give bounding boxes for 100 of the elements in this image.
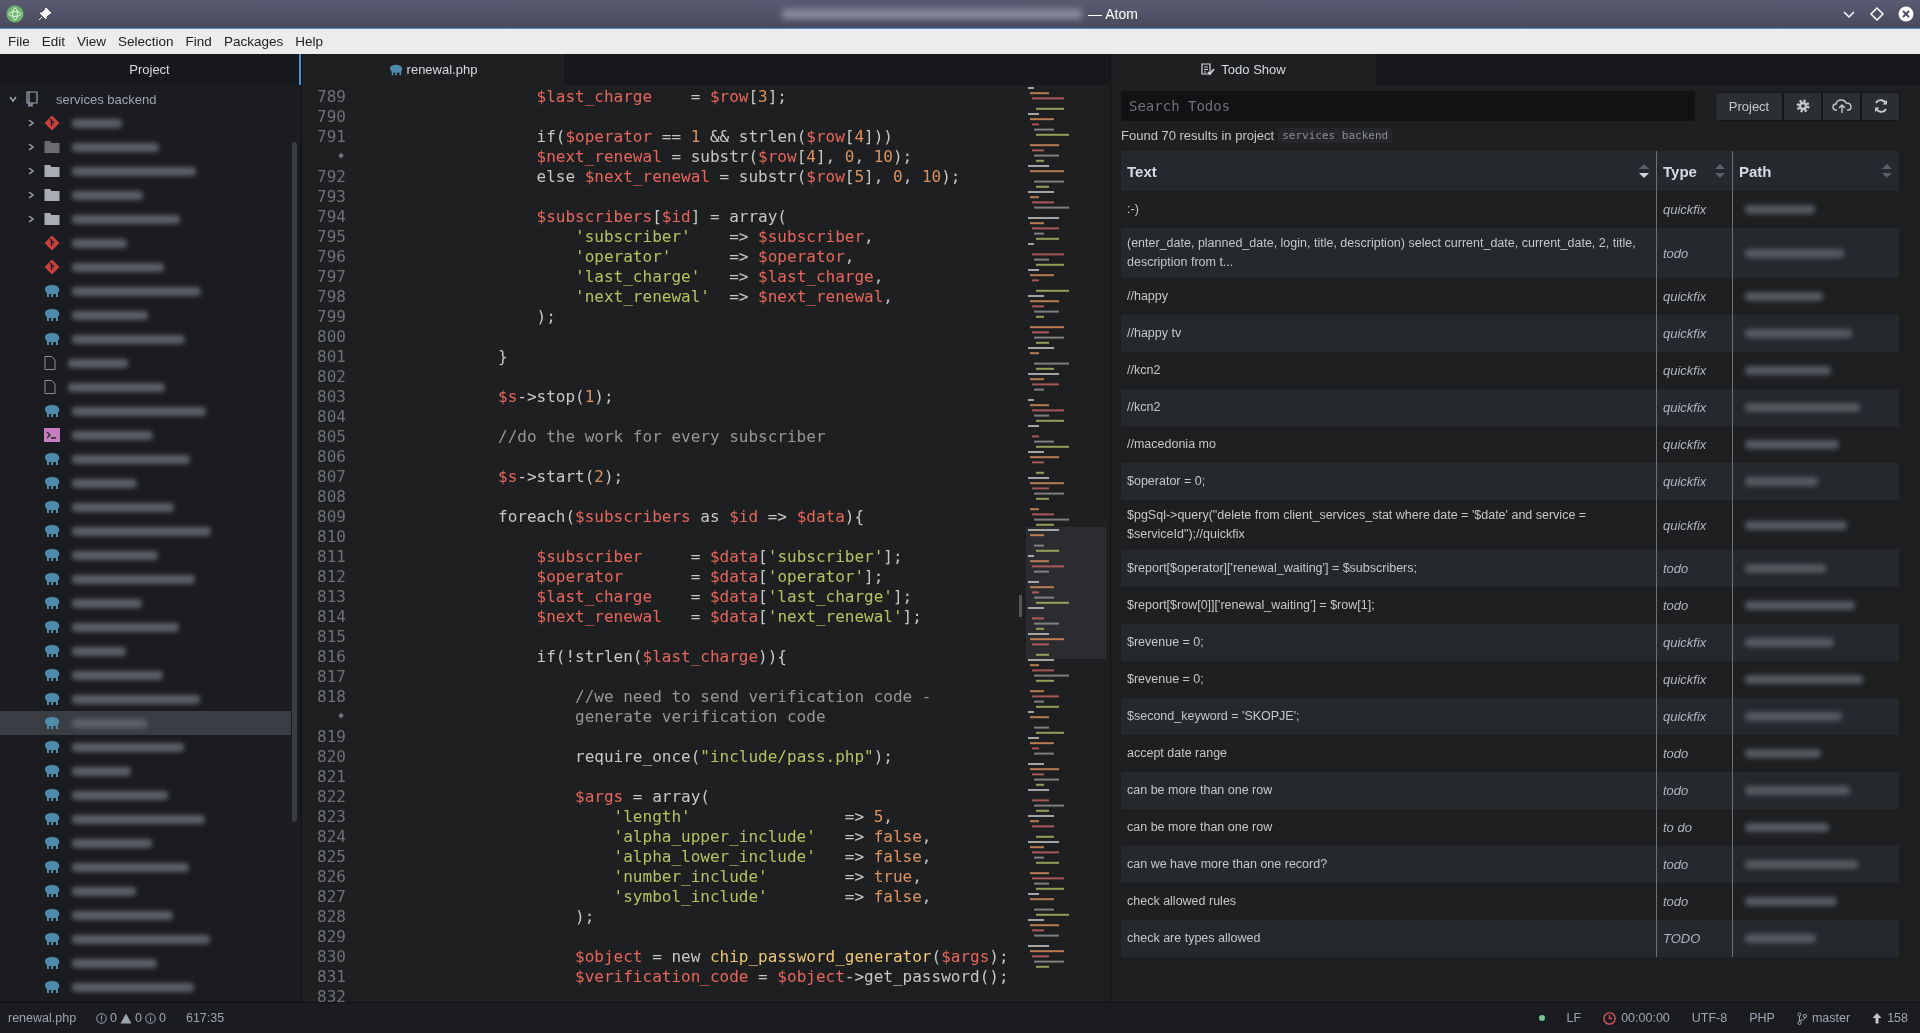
blurred-label [72, 598, 142, 608]
chevron-icon[interactable] [26, 118, 36, 128]
line-number: 812 [316, 566, 346, 586]
line-number: 794 [316, 206, 346, 226]
grammar[interactable]: PHP [1749, 1011, 1775, 1025]
line-number: • [335, 706, 346, 726]
refresh-icon [1872, 98, 1889, 114]
line-ending[interactable]: LF [1566, 1011, 1582, 1025]
warning-count[interactable]: 0 [135, 1011, 142, 1025]
code-line: $next_renewal = $data['next_renewal']; [535, 606, 922, 626]
maximize-icon[interactable] [1870, 7, 1884, 21]
git-branch[interactable]: master [1811, 1011, 1851, 1025]
code-line: require_once("include/pass.php"); [574, 746, 893, 766]
code-line: 'next_renewal' => $next_renewal, [574, 286, 893, 306]
code-line: $last_charge = $data['last_charge']; [535, 586, 913, 606]
menu-item[interactable]: Edit [35, 34, 72, 49]
line-number: 808 [316, 486, 346, 506]
todo-type: quickfix [1663, 288, 1707, 306]
scrollbar[interactable] [1019, 595, 1022, 617]
elephant-icon [44, 932, 60, 946]
encoding[interactable]: UTF-8 [1691, 1011, 1728, 1025]
code-line: 'alpha_upper_include' => false, [612, 826, 932, 846]
line-number: 826 [316, 866, 346, 886]
chevron-icon[interactable] [26, 142, 36, 152]
pin-icon[interactable] [38, 7, 52, 21]
tree-root-label[interactable]: services backend [56, 91, 157, 107]
column-title: Text [1127, 162, 1157, 180]
line-number: 811 [316, 546, 346, 566]
line-number: 824 [316, 826, 346, 846]
line-number: 825 [316, 846, 346, 866]
blurred-path [1745, 934, 1816, 943]
window-title: — Atom [1088, 6, 1138, 22]
error-count[interactable]: 0 [110, 1011, 118, 1025]
sort-icon[interactable] [1638, 163, 1650, 179]
blurred-label [72, 766, 131, 776]
elephant-icon [44, 668, 60, 682]
panel-tab[interactable]: Todo Show [1111, 54, 1376, 85]
blurred-label [72, 190, 143, 200]
warning-icon [120, 1012, 133, 1024]
todo-text: $pgSql->query("delete from client_services_stat where date = '$date' and service = $serviceId");//quickfix [1127, 507, 1588, 543]
todo-text: //happy [1127, 288, 1168, 305]
elephant-icon [44, 884, 60, 898]
scrollbar[interactable] [292, 142, 297, 822]
menu-item[interactable]: Packages [217, 34, 290, 49]
todo-text: can be more than one row [1127, 819, 1273, 836]
todo-type: quickfix [1663, 708, 1707, 726]
todo-type: quickfix [1663, 473, 1707, 491]
chevron-icon[interactable] [8, 94, 18, 104]
search-field[interactable]: Search Todos [1121, 91, 1695, 121]
info-count[interactable]: 0 [159, 1011, 166, 1025]
chevron-icon[interactable] [26, 166, 36, 176]
todo-type: to do [1663, 819, 1692, 837]
cursor-position[interactable]: 617:35 [185, 1011, 225, 1025]
menu-item[interactable]: View [71, 34, 113, 49]
elephant-icon [44, 452, 60, 466]
line-number: 805 [316, 426, 346, 446]
menu-item[interactable]: File [2, 34, 36, 49]
menu-item[interactable]: Find [179, 34, 218, 49]
menu-item[interactable]: Help [289, 34, 329, 49]
refresh-button[interactable] [1861, 91, 1900, 121]
editor-tab[interactable]: renewal.php [302, 54, 564, 85]
blurred-label [72, 238, 127, 248]
todo-type: todo [1663, 745, 1689, 763]
todo-text: $revenue = 0; [1127, 671, 1204, 688]
line-number: 830 [316, 946, 346, 966]
checklist-icon [1201, 63, 1216, 76]
elephant-icon [44, 644, 60, 658]
todo-type: todo [1663, 597, 1689, 615]
export-button[interactable] [1822, 91, 1861, 121]
todo-text: check are types allowed [1127, 930, 1261, 947]
todo-type: quickfix [1663, 362, 1707, 380]
elephant-icon [44, 692, 60, 706]
close-icon[interactable] [1898, 6, 1914, 22]
todo-type: todo [1663, 244, 1689, 263]
menu-item[interactable]: Selection [112, 34, 180, 49]
status-dot-icon [1538, 1015, 1545, 1021]
todo-type: quickfix [1663, 325, 1707, 343]
commits-ahead[interactable]: 158 [1887, 1011, 1908, 1025]
column-header[interactable]: Path [1733, 151, 1899, 191]
code-line: $subscriber = $data['subscriber']; [535, 546, 903, 566]
settings-button[interactable] [1783, 91, 1822, 121]
cloud-upload-icon [1831, 98, 1852, 114]
code-line: //we need to send verification code - [574, 686, 932, 706]
elephant-icon [44, 860, 60, 874]
code-line: 'subscriber' => $subscriber, [574, 226, 874, 246]
chevron-icon[interactable] [26, 190, 36, 200]
chevron-icon[interactable] [26, 214, 36, 224]
todo-text: //kcn2 [1127, 399, 1161, 416]
elephant-icon [44, 788, 60, 802]
code-line: $object = new chip_password_generator($args); [574, 946, 1009, 966]
status-file[interactable]: renewal.php [8, 1011, 77, 1025]
code-line: $s->start(2); [498, 466, 624, 486]
project-button[interactable]: Project [1715, 91, 1783, 121]
todo-type: todo [1663, 856, 1689, 874]
panel-tab[interactable]: Project [0, 54, 301, 85]
minimap-viewport[interactable] [1026, 527, 1106, 659]
todo-text: $report[$row[0]]['renewal_waiting'] = $row[1]; [1127, 597, 1375, 614]
blurred-path [1745, 205, 1815, 214]
column-title: Type [1663, 162, 1697, 180]
timer[interactable]: 00:00:00 [1621, 1011, 1670, 1025]
